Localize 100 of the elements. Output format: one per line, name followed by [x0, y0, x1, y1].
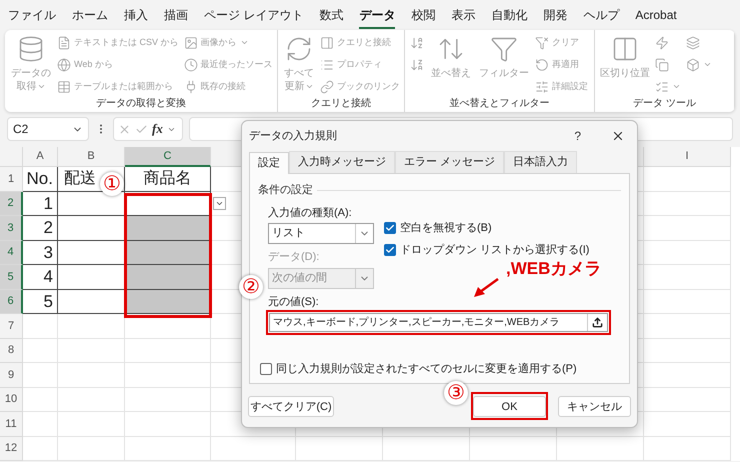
table-cell: 2 [23, 216, 58, 240]
field-label: 元の値(S): [268, 294, 320, 310]
ribbon-tab[interactable]: 開発 [543, 6, 568, 29]
dropdown-field[interactable]: リスト [268, 223, 374, 244]
insert-function-button[interactable]: fx [152, 119, 163, 139]
dialog-button[interactable]: OK [473, 396, 546, 418]
source-field[interactable]: マウス,キーボード,プリンター,スピーカー,モニター,WEBカメラ [269, 313, 608, 332]
group-label: データ ツール [633, 97, 696, 111]
field-label: 入力値の種類(A): [268, 206, 353, 220]
table-cell [23, 338, 58, 363]
table-cell [23, 412, 58, 436]
group-label: 並べ替えとフィルター [450, 96, 550, 111]
refresh-icon [285, 35, 313, 63]
ribbon-tab[interactable]: ファイル [8, 6, 56, 29]
reapply-icon [535, 58, 549, 72]
checkbox[interactable] [260, 362, 272, 375]
cell-dropdown-button[interactable] [213, 196, 226, 210]
name-box[interactable]: C2 [7, 117, 89, 141]
ribbon-tab[interactable]: ホーム [72, 6, 108, 29]
upload-icon [592, 317, 603, 328]
ribbon-tab[interactable]: 数式 [319, 6, 344, 29]
row-header[interactable]: 6 [0, 290, 23, 314]
table-cell: 3 [23, 240, 58, 265]
ribbon-tab[interactable]: 自動化 [491, 6, 528, 29]
group-label: クエリと接続 [311, 96, 371, 111]
column-header[interactable]: C [125, 147, 211, 167]
dialog-tab[interactable]: 設定 [249, 152, 289, 174]
panel-icon [320, 36, 334, 50]
link-icon [320, 80, 334, 94]
ribbon-tab[interactable]: 挿入 [124, 6, 148, 29]
ribbon-tab[interactable]: 表示 [451, 6, 476, 29]
table-cell [23, 436, 58, 461]
dialog-button[interactable]: すべてクリア(C) [248, 396, 334, 418]
row-header[interactable]: 10 [0, 388, 23, 412]
table-cell[interactable]: 商品名 [125, 167, 211, 192]
sliders-icon [535, 80, 549, 94]
lightning-icon [655, 36, 669, 50]
table-cell: 1 [23, 192, 58, 216]
checkbox[interactable] [384, 222, 396, 234]
sort-ascending-icon [410, 36, 424, 50]
table-cell[interactable] [125, 290, 211, 314]
section-title: 条件の設定 [258, 182, 313, 198]
row-header[interactable]: 9 [0, 363, 23, 388]
check-icon [385, 222, 395, 233]
filter-icon [490, 35, 518, 63]
close-icon[interactable] [611, 129, 625, 143]
table-cell: 5 [23, 290, 58, 314]
ribbon-tab[interactable]: ヘルプ [583, 6, 620, 29]
sort-descending-icon [410, 58, 424, 72]
ribbon-tab[interactable]: 校閲 [411, 6, 436, 29]
column-header[interactable]: I [644, 147, 731, 167]
table-cell [23, 363, 58, 388]
dialog-tab[interactable]: 日本語入力 [504, 151, 578, 173]
image-icon [184, 36, 198, 50]
dialog-tab[interactable]: 入力時メッセージ [289, 151, 395, 173]
row-header[interactable]: 5 [0, 265, 23, 290]
cancel-icon[interactable] [118, 122, 131, 136]
group-label: データの取得と変換 [96, 96, 186, 111]
row-header[interactable]: 3 [0, 216, 23, 240]
document-icon [57, 36, 71, 50]
field-label: データ(D): [268, 250, 320, 265]
globe-icon [57, 58, 71, 72]
table-cell[interactable] [125, 216, 211, 240]
table-cell: No. [23, 167, 58, 192]
column-header[interactable]: A [23, 147, 58, 167]
table-cell: 4 [23, 265, 58, 290]
table-cell[interactable] [125, 240, 211, 265]
copy-icon [655, 58, 669, 72]
cube-icon [686, 58, 700, 72]
row-header[interactable]: 7 [0, 314, 23, 338]
dialog-tab[interactable]: エラー メッセージ [395, 151, 504, 173]
row-header[interactable]: 11 [0, 412, 23, 436]
check-icon [385, 245, 395, 256]
dialog-button[interactable]: キャンセル [558, 396, 631, 418]
checklist-icon [655, 80, 669, 94]
table-cell [23, 388, 58, 412]
table-icon [57, 80, 71, 94]
checkbox-label: 同じ入力規則が設定されたすべてのセルに変更を適用する(P) [276, 362, 577, 376]
arrow [472, 277, 500, 299]
ribbon-tab[interactable]: Acrobat [635, 6, 677, 29]
row-header[interactable]: 1 [0, 167, 23, 192]
ribbon-tab[interactable]: 描画 [164, 6, 188, 29]
table-cell[interactable] [125, 265, 211, 290]
row-header[interactable]: 8 [0, 338, 23, 363]
checkbox-label: 空白を無視する(B) [400, 220, 492, 236]
row-header[interactable]: 4 [0, 240, 23, 265]
row-header[interactable]: 12 [0, 436, 23, 461]
table-cell [23, 314, 58, 338]
checkbox-label: ドロップダウン リストから選択する(I) [400, 242, 590, 258]
checkbox[interactable] [384, 244, 396, 256]
columns-icon [611, 35, 639, 63]
window-title: データの入力規則 [249, 128, 338, 144]
ribbon-tab[interactable]: ページ レイアウト [204, 6, 304, 29]
row-header[interactable]: 2 [0, 192, 23, 216]
callout-text: ,WEBカメラ [506, 258, 602, 280]
help-button[interactable]: ? [574, 127, 581, 145]
clock-icon [184, 58, 198, 72]
column-header[interactable]: B [58, 147, 125, 167]
filter-clear-icon [535, 36, 549, 50]
check-icon[interactable] [135, 122, 148, 136]
